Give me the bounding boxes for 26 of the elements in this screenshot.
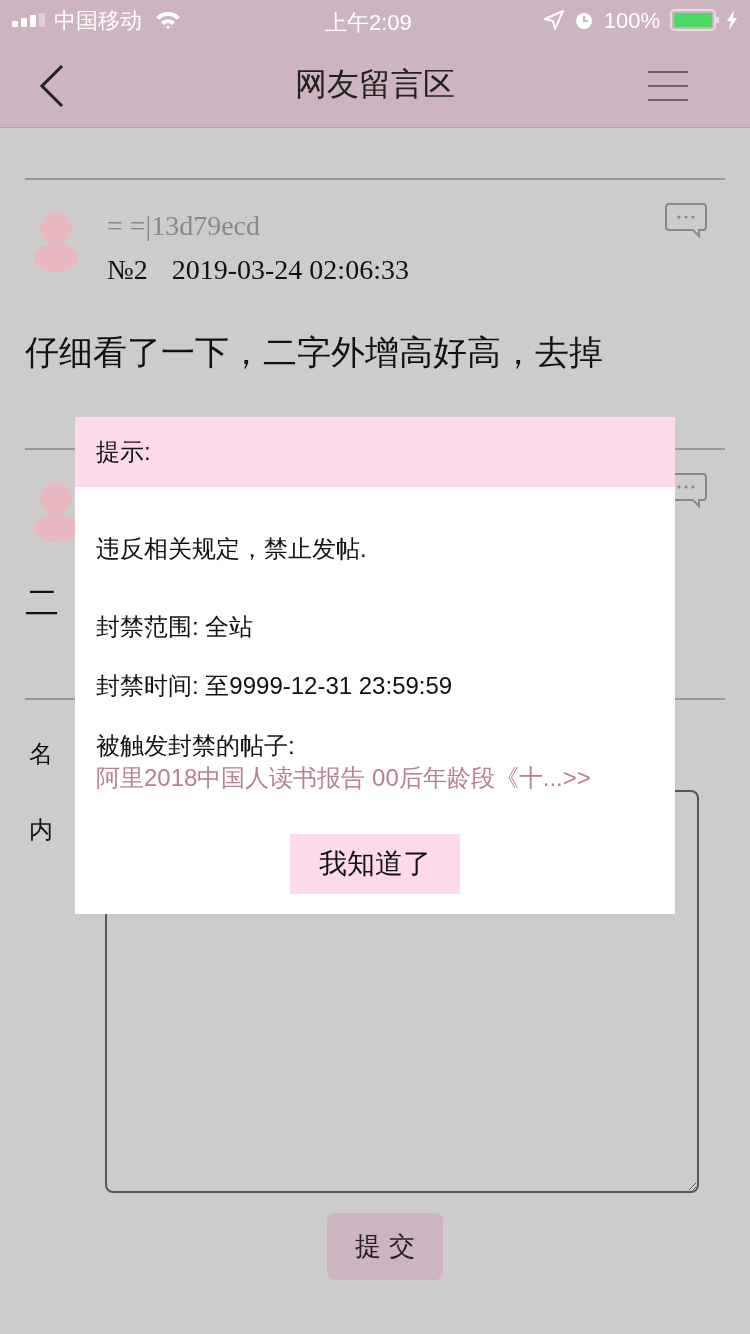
post-number: №2: [107, 253, 148, 287]
battery-percent: 100%: [603, 6, 660, 35]
comment-icon[interactable]: [665, 202, 707, 238]
field-label: 名: [29, 740, 53, 767]
battery-icon: [670, 9, 720, 31]
location-icon: [543, 10, 564, 30]
dialog-message: 违反相关规定，禁止发帖.: [96, 534, 368, 564]
ban-scope: 封禁范围: 全站: [96, 612, 255, 642]
post-text: 二: [25, 582, 59, 623]
field-label: 内: [28, 815, 54, 845]
post-time: 2019-03-24 02:06:33: [171, 253, 409, 287]
charging-icon: [726, 10, 738, 30]
menu-button[interactable]: [648, 70, 688, 102]
submit-button[interactable]: 提 交: [327, 1213, 443, 1280]
alarm-icon: [573, 10, 594, 30]
banned-post-label: 被触发封禁的帖子:: [96, 731, 296, 761]
page-title: 网友留言区: [295, 65, 455, 104]
clock-time: 上午2:09: [325, 9, 412, 37]
confirm-button[interactable]: 我知道了: [290, 834, 460, 894]
dialog-title: 提示:: [96, 437, 151, 467]
signal-icon: [12, 13, 46, 27]
author-name: = =|13d79ecd: [107, 209, 262, 243]
post-text: 仔细看了一下，二字外增高好高，去掉: [25, 332, 603, 373]
wifi-icon: [154, 10, 182, 30]
ban-time: 封禁时间: 至9999-12-31 23:59:59: [96, 671, 454, 701]
carrier-name: 中国移动: [54, 6, 142, 35]
